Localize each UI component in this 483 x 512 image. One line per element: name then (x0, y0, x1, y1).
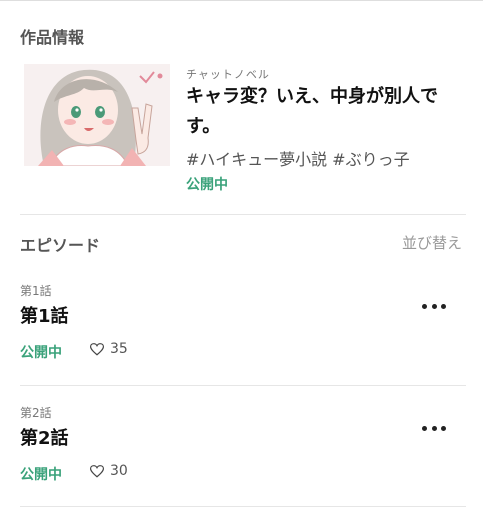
episode-title[interactable]: 第1話 (20, 302, 69, 328)
work-status-badge: 公開中 (186, 177, 228, 193)
episodes-header: エピソード 並び替え (20, 232, 466, 255)
work-tags[interactable]: #ハイキュー夢小説 #ぶりっ子 (186, 146, 410, 170)
heart-icon (90, 342, 104, 356)
episode-divider (20, 506, 466, 507)
episodes-heading: エピソード (20, 236, 101, 255)
episode-item[interactable]: 第2話 第2話 公開中 30 (20, 404, 466, 512)
more-options-button[interactable] (422, 422, 446, 434)
episode-status-badge: 公開中 (20, 467, 62, 483)
work-card[interactable]: チャットノベル キャラ変？いえ、中身が別人です。 #ハイキュー夢小説 #ぶりっ子… (20, 60, 466, 200)
work-title[interactable]: キャラ変？いえ、中身が別人です。 (186, 82, 466, 142)
episode-likes: 35 (90, 341, 128, 357)
heart-icon (90, 464, 104, 478)
work-category: チャットノベル (186, 68, 270, 81)
more-options-icon (422, 425, 427, 431)
episode-number: 第1話 (20, 284, 52, 298)
cover-illustration (24, 64, 170, 166)
likes-count: 35 (110, 341, 128, 357)
likes-count: 30 (110, 463, 128, 479)
top-divider (0, 0, 483, 1)
episode-item[interactable]: 第1話 第1話 公開中 35 (20, 282, 466, 392)
episode-status-badge: 公開中 (20, 345, 62, 361)
more-options-icon (422, 303, 427, 309)
episode-divider (20, 385, 466, 386)
more-options-button[interactable] (422, 300, 446, 312)
work-detail-page: 作品情報 チャットノベル キャラ変？いえ、中身が別人です。 #ハイキュー夢小説 … (0, 0, 483, 512)
sort-button[interactable]: 並び替え (402, 232, 462, 253)
cover-image (24, 64, 170, 166)
episode-title[interactable]: 第2話 (20, 424, 69, 450)
episode-number: 第2話 (20, 406, 52, 420)
work-info-heading: 作品情報 (20, 28, 85, 47)
episode-likes: 30 (90, 463, 128, 479)
section-divider (20, 214, 466, 215)
